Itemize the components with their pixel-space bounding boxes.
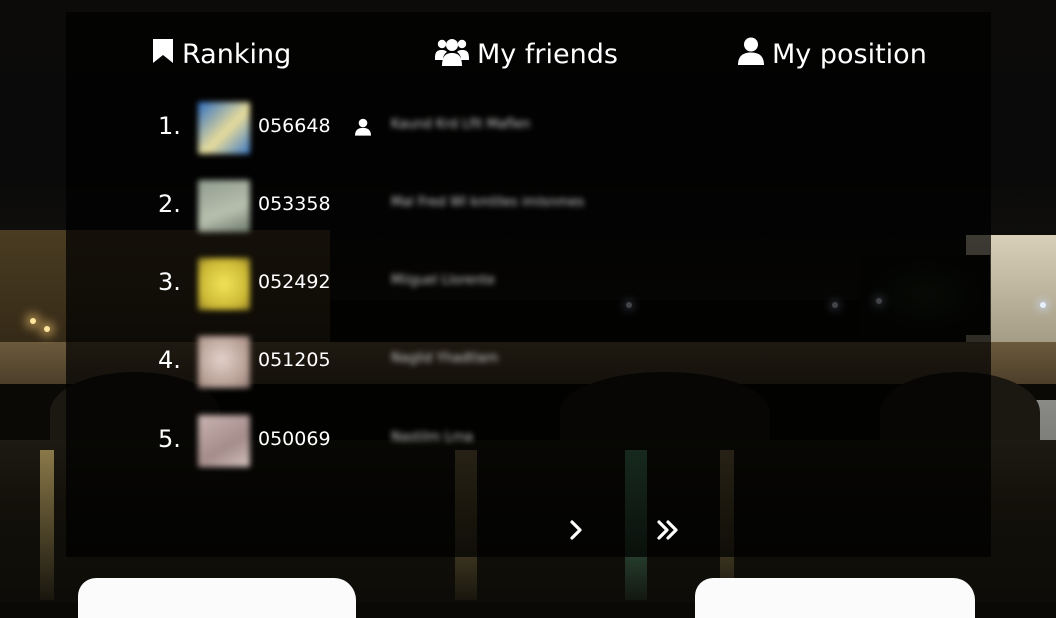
user-icon [738,37,772,72]
score: 051205 [258,349,331,371]
player-name: Mal Fred Wl kmtlles imlsnmes [391,195,585,210]
score: 053358 [258,193,331,215]
rank-number: 5. [158,425,181,453]
score: 056648 [258,115,331,137]
player-name: Nastilm Lrna [391,430,474,445]
rank-number: 4. [158,346,181,374]
ranking-row[interactable]: 1. 056648 Kaund Krd Lfit Maflen [66,102,991,158]
tab-my-position-label: My position [772,38,927,70]
ranking-row[interactable]: 5. 050069 Nastilm Lrna [66,415,991,471]
rank-number: 1. [158,112,181,140]
leaderboard-panel: Ranking My friends My position 1. 056648… [66,12,991,557]
ranking-row[interactable]: 2. 053358 Mal Fred Wl kmtlles imlsnmes [66,180,991,236]
tab-ranking[interactable]: Ranking [152,34,291,74]
decorative-cloud [78,578,356,618]
tab-my-position[interactable]: My position [738,34,927,74]
last-page-button[interactable] [652,517,684,547]
player-name: Miiguel Llorente [391,273,495,288]
chevron-right-icon [569,519,583,545]
avatar [198,415,250,467]
next-page-button[interactable] [564,517,588,547]
ranking-row[interactable]: 3. 052492 Miiguel Llorente [66,258,991,314]
rank-number: 3. [158,268,181,296]
double-chevron-right-icon [656,519,680,545]
score: 050069 [258,428,331,450]
decorative-cloud [695,578,975,618]
avatar [198,102,250,154]
users-icon [435,36,477,73]
leaderboard-tabs: Ranking My friends My position [66,12,991,94]
player-name: Naglid Yhadtlam [391,351,499,366]
bookmark-icon [152,38,182,71]
current-user-icon [355,118,371,140]
tab-ranking-label: Ranking [182,38,292,70]
rank-number: 2. [158,190,181,218]
avatar [198,258,250,310]
tab-my-friends-label: My friends [477,38,618,70]
player-name: Kaund Krd Lfit Maflen [391,117,531,132]
ranking-row[interactable]: 4. 051205 Naglid Yhadtlam [66,336,991,392]
avatar [198,336,250,388]
avatar [198,180,250,232]
score: 052492 [258,271,331,293]
tab-my-friends[interactable]: My friends [435,34,618,74]
